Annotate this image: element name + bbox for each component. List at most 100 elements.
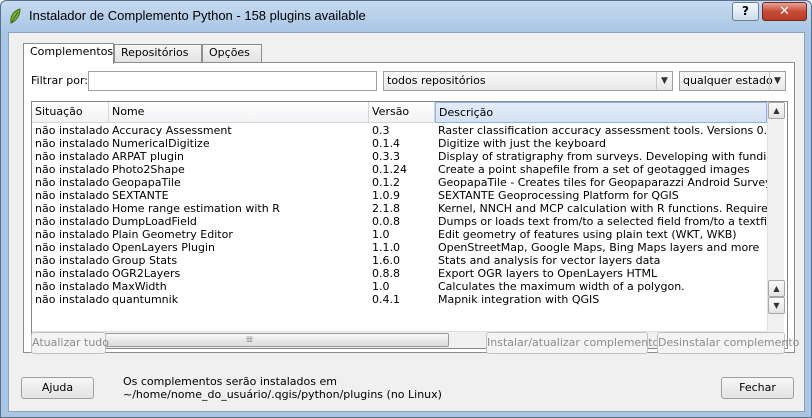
dialog-body: Complementos Repositórios Opções Filtrar… bbox=[8, 32, 805, 412]
table-row[interactable]: não instalado Plain Geometry Editor 1.0 Edi… bbox=[32, 228, 767, 241]
cell-nome: OGR2Layers bbox=[112, 267, 181, 280]
table-header: Situação Nome Versão Descrição bbox=[32, 102, 767, 123]
cell-nome: Accuracy Assessment bbox=[112, 124, 232, 137]
cell-situacao: não instalado bbox=[35, 293, 109, 306]
cell-situacao: não instalado bbox=[35, 241, 109, 254]
plugins-table: Situação Nome Versão Descrição não insta… bbox=[31, 101, 788, 349]
column-header-nome[interactable]: Nome bbox=[109, 102, 369, 123]
column-header-situacao[interactable]: Situação bbox=[32, 102, 109, 123]
cell-descricao: Mapnik integration with QGIS bbox=[438, 293, 600, 306]
install-path-info: Os complementos serão instalados em ~/ho… bbox=[123, 375, 442, 401]
table-row[interactable]: não instalado NumericalDigitize 0.1.4 Digit… bbox=[32, 137, 767, 150]
cell-nome: NumericalDigitize bbox=[112, 137, 210, 150]
cell-nome: GeopapaTile bbox=[112, 176, 181, 189]
cell-situacao: não instalado bbox=[35, 124, 109, 137]
arrow-down-icon[interactable]: ▼ bbox=[768, 297, 785, 314]
cell-descricao: Edit geometry of features using plain te… bbox=[438, 228, 737, 241]
arrow-up-icon[interactable]: ▲ bbox=[768, 102, 785, 119]
table-row[interactable]: não instalado Home range estimation with … bbox=[32, 202, 767, 215]
cell-descricao: Stats and analysis for vector layers dat… bbox=[438, 254, 661, 267]
tab-complementos[interactable]: Complementos bbox=[23, 43, 114, 64]
cell-versao: 0.3.3 bbox=[372, 150, 400, 163]
cell-nome: Home range estimation with R bbox=[112, 202, 280, 215]
cell-descricao: GeopapaTile - Creates tiles for Geopapar… bbox=[438, 176, 767, 189]
plugins-tab-panel: Filtrar por: todos repositórios ▼ qualqu… bbox=[23, 62, 795, 353]
cell-situacao: não instalado bbox=[35, 137, 109, 150]
table-row[interactable]: não instalado quantumnik 0.4.1 Mapnik integ… bbox=[32, 293, 767, 306]
table-row[interactable]: não instalado DumpLoadField 0.0.8 Dumps or … bbox=[32, 215, 767, 228]
cell-situacao: não instalado bbox=[35, 228, 109, 241]
table-row[interactable]: não instalado Group Stats 1.6.0 Stats and a… bbox=[32, 254, 767, 267]
table-row[interactable]: não instalado ARPAT plugin 0.3.3 Display of… bbox=[32, 150, 767, 163]
cell-situacao: não instalado bbox=[35, 254, 109, 267]
repository-select[interactable]: todos repositórios ▼ bbox=[383, 71, 673, 91]
window-title: Instalador de Complemento Python - 158 p… bbox=[29, 8, 366, 23]
chevron-down-icon: ▼ bbox=[656, 72, 672, 90]
cell-descricao: Export OGR layers to OpenLayers HTML bbox=[438, 267, 658, 280]
horizontal-scroll-thumb[interactable]: ⁞⁞⁞⁞ bbox=[49, 333, 449, 347]
table-row[interactable]: não instalado MaxWidth 1.0 Calculates the m… bbox=[32, 280, 767, 293]
cell-nome: Photo2Shape bbox=[112, 163, 185, 176]
cell-versao: 0.1.4 bbox=[372, 137, 400, 150]
cell-situacao: não instalado bbox=[35, 280, 109, 293]
cell-situacao: não instalado bbox=[35, 267, 109, 280]
chevron-down-icon: ▼ bbox=[769, 72, 785, 90]
install-update-button[interactable]: Instalar/atualizar complemento bbox=[486, 332, 659, 354]
cell-descricao: Digitize with just the keyboard bbox=[438, 137, 606, 150]
cell-versao: 1.0 bbox=[372, 228, 390, 241]
window-close-button[interactable]: ✕ bbox=[762, 2, 807, 21]
cell-descricao: Kernel, NNCH and MCP calculation with R … bbox=[438, 202, 767, 215]
table-body: não instalado Accuracy Assessment 0.3 Raste… bbox=[32, 124, 767, 329]
cell-versao: 0.3 bbox=[372, 124, 390, 137]
vertical-scrollbar[interactable]: ▲ ▲ ▼ bbox=[767, 102, 785, 331]
cell-situacao: não instalado bbox=[35, 202, 109, 215]
cell-versao: 1.0 bbox=[372, 280, 390, 293]
filter-label: Filtrar por: bbox=[31, 74, 88, 87]
cell-situacao: não instalado bbox=[35, 176, 109, 189]
table-row[interactable]: não instalado GeopapaTile 0.1.2 GeopapaTile… bbox=[32, 176, 767, 189]
cell-nome: MaxWidth bbox=[112, 280, 167, 293]
tab-repositorios[interactable]: Repositórios bbox=[114, 44, 202, 62]
close-button[interactable]: Fechar bbox=[721, 377, 794, 399]
cell-versao: 0.1.2 bbox=[372, 176, 400, 189]
cell-versao: 1.1.0 bbox=[372, 241, 400, 254]
cell-situacao: não instalado bbox=[35, 150, 109, 163]
column-header-descricao[interactable]: Descrição bbox=[435, 102, 767, 123]
install-path-line-2: ~/home/nome_do_usuário/.qgis/python/plug… bbox=[123, 388, 442, 401]
cell-descricao: OpenStreetMap, Google Maps, Bing Maps la… bbox=[438, 241, 760, 254]
filter-input[interactable] bbox=[88, 71, 377, 91]
cell-descricao: Raster classification accuracy assessmen… bbox=[438, 124, 767, 137]
cell-descricao: Display of stratigraphy from surveys. De… bbox=[438, 150, 767, 163]
cell-nome: Group Stats bbox=[112, 254, 178, 267]
repository-select-value: todos repositórios bbox=[387, 74, 486, 87]
cell-nome: Plain Geometry Editor bbox=[112, 228, 233, 241]
table-row[interactable]: não instalado OpenLayers Plugin 1.1.0 OpenS… bbox=[32, 241, 767, 254]
title-bar[interactable]: Instalador de Complemento Python - 158 p… bbox=[1, 1, 811, 32]
cell-versao: 0.0.8 bbox=[372, 215, 400, 228]
cell-versao: 0.8.8 bbox=[372, 267, 400, 280]
help-button[interactable]: Ajuda bbox=[21, 377, 94, 399]
cell-versao: 0.4.1 bbox=[372, 293, 400, 306]
table-row[interactable]: não instalado SEXTANTE 1.0.9 SEXTANTE Geopr… bbox=[32, 189, 767, 202]
context-help-button[interactable]: ? bbox=[732, 2, 759, 21]
cell-nome: SEXTANTE bbox=[112, 189, 169, 202]
cell-nome: OpenLayers Plugin bbox=[112, 241, 215, 254]
tab-opcoes[interactable]: Opções bbox=[202, 44, 262, 62]
table-row[interactable]: não instalado OGR2Layers 0.8.8 Export OGR l… bbox=[32, 267, 767, 280]
cell-descricao: Calculates the maximum width of a polygo… bbox=[438, 280, 685, 293]
cell-versao: 0.1.24 bbox=[372, 163, 407, 176]
qgis-leaf-icon bbox=[10, 8, 21, 24]
table-row[interactable]: não instalado Accuracy Assessment 0.3 Raste… bbox=[32, 124, 767, 137]
cell-situacao: não instalado bbox=[35, 163, 109, 176]
install-path-line-1: Os complementos serão instalados em bbox=[123, 375, 337, 388]
cell-descricao: Dumps or loads text from/to a selected f… bbox=[438, 215, 767, 228]
table-row[interactable]: não instalado Photo2Shape 0.1.24 Create a p… bbox=[32, 163, 767, 176]
state-select[interactable]: qualquer estado ▼ bbox=[679, 71, 786, 91]
cell-descricao: Create a point shapefile from a set of g… bbox=[438, 163, 750, 176]
update-all-button[interactable]: Atualizar tudo bbox=[31, 332, 109, 354]
cell-situacao: não instalado bbox=[35, 189, 109, 202]
arrow-up-icon[interactable]: ▲ bbox=[768, 280, 785, 297]
uninstall-button[interactable]: Desinstalar complemento bbox=[657, 332, 799, 354]
state-select-value: qualquer estado bbox=[683, 74, 773, 87]
column-header-versao[interactable]: Versão bbox=[369, 102, 435, 123]
